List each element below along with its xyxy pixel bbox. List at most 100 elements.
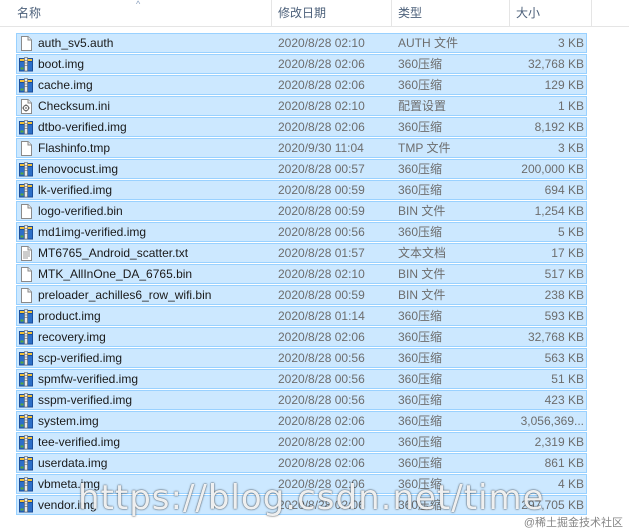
file-type: 360压缩 [398, 372, 443, 386]
file-row[interactable]: logo-verified.bin 2020/8/28 00:59 BIN 文件 1,… [16, 201, 587, 221]
blank-file-icon [19, 36, 33, 51]
file-row[interactable]: Flashinfo.tmp 2020/9/30 11:04 TMP 文件 3 KB [16, 138, 587, 158]
archive-icon [19, 393, 33, 408]
archive-icon [19, 183, 33, 198]
file-modified-date: 2020/9/30 11:04 [278, 141, 364, 155]
file-size: 3 KB [557, 141, 584, 155]
archive-icon [19, 78, 33, 93]
file-row[interactable]: MT6765_Android_scatter.txt 2020/8/28 01:5… [16, 243, 587, 263]
archive-icon [19, 162, 33, 177]
file-type: BIN 文件 [398, 288, 446, 302]
file-name: tee-verified.img [38, 435, 121, 449]
file-name: vbmeta.img [38, 477, 101, 491]
column-header-size[interactable]: 大小 [511, 0, 591, 26]
file-row[interactable]: sspm-verified.img 2020/8/28 00:56 360压缩 423… [16, 390, 587, 410]
column-divider[interactable] [391, 0, 392, 26]
file-type: 360压缩 [398, 477, 443, 491]
file-row[interactable]: auth_sv5.auth 2020/8/28 02:10 AUTH 文件 3 KB [16, 33, 587, 53]
file-name: vendor.img [38, 498, 97, 512]
file-modified-date: 2020/8/28 02:06 [278, 498, 365, 512]
file-row[interactable]: Checksum.ini 2020/8/28 02:10 配置设置 1 KB [16, 96, 587, 116]
file-modified-date: 2020/8/28 02:10 [278, 267, 365, 281]
file-size: 297,705 KB [521, 498, 584, 512]
column-header-type[interactable]: 类型 [393, 0, 509, 26]
file-size: 3 KB [557, 36, 584, 50]
file-name: product.img [38, 309, 101, 323]
blank-file-icon [19, 204, 33, 219]
archive-icon [19, 456, 33, 471]
archive-icon [19, 330, 33, 345]
column-divider[interactable] [509, 0, 510, 26]
file-type: 360压缩 [398, 414, 443, 428]
file-name: MT6765_Android_scatter.txt [38, 246, 189, 260]
file-name: lenovocust.img [38, 162, 119, 176]
file-row[interactable]: lenovocust.img 2020/8/28 00:57 360压缩 200,00… [16, 159, 587, 179]
file-size: 17 KB [551, 246, 584, 260]
file-modified-date: 2020/8/28 00:59 [278, 183, 365, 197]
file-row[interactable]: MTK_AllInOne_DA_6765.bin 2020/8/28 02:10 B… [16, 264, 587, 284]
column-header-name[interactable]: 名称 [12, 0, 270, 26]
file-modified-date: 2020/8/28 02:10 [278, 99, 365, 113]
file-row[interactable]: md1img-verified.img 2020/8/28 00:56 360压缩 5… [16, 222, 587, 242]
file-size: 694 KB [544, 183, 584, 197]
file-name: spmfw-verified.img [38, 372, 139, 386]
file-type: 文本文档 [398, 246, 447, 260]
file-size: 129 KB [544, 78, 584, 92]
file-modified-date: 2020/8/28 02:06 [278, 477, 365, 491]
file-type: 360压缩 [398, 498, 443, 512]
column-divider[interactable] [591, 0, 592, 26]
file-size: 238 KB [544, 288, 584, 302]
archive-icon [19, 435, 33, 450]
file-row[interactable]: vendor.img 2020/8/28 02:06 360压缩 297,705 KB [16, 495, 587, 515]
file-modified-date: 2020/8/28 00:59 [278, 288, 365, 302]
settings-file-icon [19, 99, 33, 114]
file-row[interactable]: userdata.img 2020/8/28 02:06 360压缩 861 KB [16, 453, 587, 473]
file-modified-date: 2020/8/28 00:56 [278, 225, 365, 239]
file-type: 360压缩 [398, 183, 443, 197]
column-header-date[interactable]: 修改日期 [273, 0, 391, 26]
file-row[interactable]: recovery.img 2020/8/28 02:06 360压缩 32,768 K… [16, 327, 587, 347]
file-type: 360压缩 [398, 351, 443, 365]
file-type: BIN 文件 [398, 267, 446, 281]
blank-file-icon [19, 288, 33, 303]
file-row[interactable]: spmfw-verified.img 2020/8/28 00:56 360压缩 51… [16, 369, 587, 389]
file-row[interactable]: product.img 2020/8/28 01:14 360压缩 593 KB [16, 306, 587, 326]
file-type: 360压缩 [398, 330, 443, 344]
blank-file-icon [19, 141, 33, 156]
file-size: 563 KB [544, 351, 584, 365]
file-size: 423 KB [544, 393, 584, 407]
file-size: 517 KB [544, 267, 584, 281]
file-name: auth_sv5.auth [38, 36, 114, 50]
file-row[interactable]: boot.img 2020/8/28 02:06 360压缩 32,768 KB [16, 54, 587, 74]
file-modified-date: 2020/8/28 02:00 [278, 435, 365, 449]
file-row[interactable]: cache.img 2020/8/28 02:06 360压缩 129 KB [16, 75, 587, 95]
file-row[interactable]: tee-verified.img 2020/8/28 02:00 360压缩 2,31… [16, 432, 587, 452]
file-type: 360压缩 [398, 120, 443, 134]
file-size: 1 KB [557, 99, 584, 113]
file-type: 360压缩 [398, 393, 443, 407]
file-modified-date: 2020/8/28 02:06 [278, 78, 365, 92]
file-row[interactable]: preloader_achilles6_row_wifi.bin 2020/8/2… [16, 285, 587, 305]
file-modified-date: 2020/8/28 01:14 [278, 309, 365, 323]
file-modified-date: 2020/8/28 00:56 [278, 393, 365, 407]
file-size: 1,254 KB [534, 204, 584, 218]
file-row[interactable]: lk-verified.img 2020/8/28 00:59 360压缩 694 K… [16, 180, 587, 200]
file-row[interactable]: scp-verified.img 2020/8/28 00:56 360压缩 563 … [16, 348, 587, 368]
column-divider[interactable] [271, 0, 272, 26]
file-name: md1img-verified.img [38, 225, 147, 239]
archive-icon [19, 120, 33, 135]
file-modified-date: 2020/8/28 00:56 [278, 351, 365, 365]
file-name: Flashinfo.tmp [38, 141, 111, 155]
file-name: lk-verified.img [38, 183, 113, 197]
file-size: 32,768 KB [527, 57, 584, 71]
archive-icon [19, 309, 33, 324]
file-row[interactable]: vbmeta.img 2020/8/28 02:06 360压缩 4 KB [16, 474, 587, 494]
file-name: MTK_AllInOne_DA_6765.bin [38, 267, 193, 281]
file-name: sspm-verified.img [38, 393, 133, 407]
file-row[interactable]: dtbo-verified.img 2020/8/28 02:06 360压缩 8,1… [16, 117, 587, 137]
file-type: BIN 文件 [398, 204, 446, 218]
file-type: 360压缩 [398, 162, 443, 176]
file-type: TMP 文件 [398, 141, 451, 155]
file-list: auth_sv5.auth 2020/8/28 02:10 AUTH 文件 3 KB b… [16, 33, 587, 516]
file-row[interactable]: system.img 2020/8/28 02:06 360压缩 3,056,369.… [16, 411, 587, 431]
